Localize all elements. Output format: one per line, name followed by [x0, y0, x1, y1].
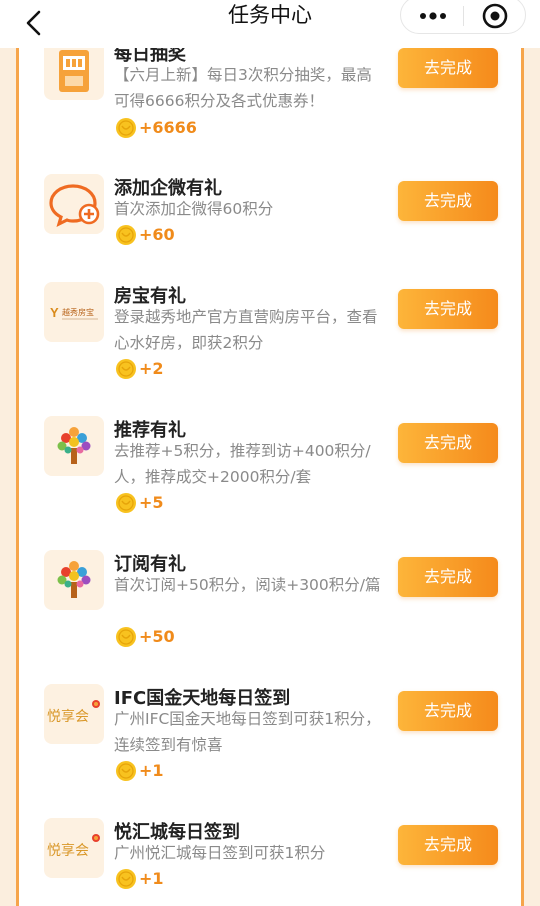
- task-description: 【六月上新】每日3次积分抽奖，最高可得6666积分及各式优惠券！: [114, 66, 372, 110]
- tree-logo-icon: [44, 416, 104, 476]
- coin-icon: [116, 761, 136, 781]
- go-complete-button[interactable]: 去完成: [398, 557, 498, 597]
- svg-text:Y: Y: [50, 305, 59, 320]
- svg-text:越秀房宝: 越秀房宝: [62, 307, 94, 317]
- reward-points: +1: [139, 761, 164, 780]
- close-mini-program-icon[interactable]: [481, 2, 509, 30]
- reward-points: +2: [139, 359, 164, 378]
- reward-points: +60: [139, 225, 175, 244]
- task-description: 广州IFC国金天地每日签到可获1积分，连续签到有惊喜: [114, 710, 381, 754]
- reward-points: +50: [139, 627, 175, 646]
- go-complete-button[interactable]: 去完成: [398, 181, 498, 221]
- task-description: 去推荐+5积分，推荐到访+400积分/人，推荐成交+2000积分/套: [114, 442, 371, 486]
- coin-icon: [116, 627, 136, 647]
- more-icon[interactable]: [417, 7, 449, 25]
- coin-icon: [116, 869, 136, 889]
- yuexianghui-logo: 悦享会: [44, 818, 104, 878]
- coin-icon: [116, 359, 136, 379]
- go-complete-button[interactable]: 去完成: [398, 825, 498, 865]
- go-complete-button[interactable]: 去完成: [398, 691, 498, 731]
- task-description: 首次订阅+50积分，阅读+300积分/篇: [114, 576, 381, 594]
- chat-add-icon: [44, 174, 104, 234]
- go-complete-button[interactable]: 去完成: [398, 289, 498, 329]
- task-description: 首次添加企微得60积分: [114, 200, 274, 218]
- go-complete-button[interactable]: 去完成: [398, 423, 498, 463]
- coin-icon: [116, 493, 136, 513]
- svg-text:悦享会: 悦享会: [47, 842, 89, 859]
- task-description: 登录越秀地产官方直营购房平台，查看心水好房，即获2积分: [114, 308, 378, 352]
- go-complete-button[interactable]: 去完成: [398, 48, 498, 88]
- yuexiu-fangbao-logo: Y 越秀房宝: [44, 282, 104, 342]
- coin-icon: [116, 118, 136, 138]
- reward-points: +5: [139, 493, 164, 512]
- coin-icon: [116, 225, 136, 245]
- navigation-bar: 任务中心: [0, 0, 540, 48]
- slot-machine-icon: [44, 40, 104, 100]
- reward-points: +1: [139, 869, 164, 888]
- svg-text:悦享会: 悦享会: [47, 708, 89, 725]
- yuexianghui-logo: 悦享会: [44, 684, 104, 744]
- tree-logo-icon: [44, 550, 104, 610]
- capsule-divider: [463, 6, 464, 26]
- task-list-panel: 每日抽奖 【六月上新】每日3次积分抽奖，最高可得6666积分及各式优惠券！ +6…: [16, 40, 524, 906]
- task-description: 广州悦汇城每日签到可获1积分: [114, 844, 326, 862]
- reward-points: +6666: [139, 118, 197, 137]
- mini-program-capsule: [400, 0, 526, 34]
